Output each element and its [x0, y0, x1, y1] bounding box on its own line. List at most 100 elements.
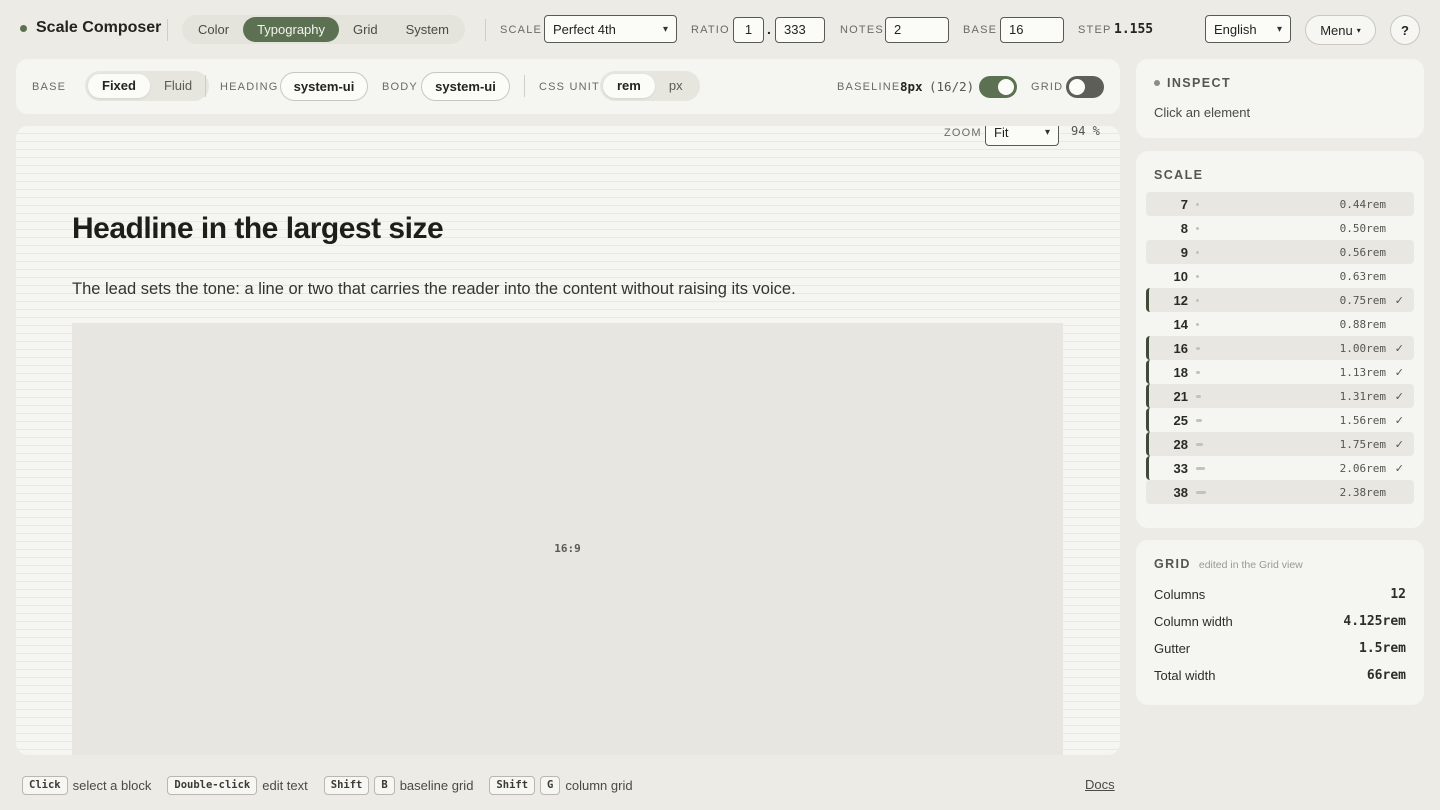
scale-size: 10 — [1173, 268, 1188, 284]
heading-font-label: HEADING — [220, 81, 279, 93]
scale-row[interactable]: 8 0.50rem — [1146, 216, 1414, 240]
inspect-hint: Click an element — [1154, 105, 1251, 120]
menu-button[interactable]: Menu ▾ — [1305, 15, 1376, 45]
grid-note: edited in the Grid view — [1198, 559, 1303, 571]
scale-rem-value: 1.56rem — [1339, 413, 1386, 427]
scale-size-bar — [1196, 202, 1199, 206]
grid-row-value: 4.125rem — [1343, 614, 1406, 629]
preview-headline[interactable]: Headline in the largest size — [72, 212, 444, 246]
scale-rem-value: 0.75rem — [1339, 293, 1386, 307]
heading-font-chip[interactable]: system-ui — [280, 72, 368, 101]
scale-size-bar — [1196, 442, 1203, 446]
grid-row-value: 66rem — [1366, 668, 1406, 683]
scale-row[interactable]: 9 0.56rem — [1146, 240, 1414, 264]
scale-row[interactable]: 16 1.00rem ✓ — [1146, 336, 1414, 360]
caret-down-icon: ▾ — [1356, 25, 1361, 35]
typography-toolbar: BASE Fixed Fluid HEADING system-ui BODY … — [16, 59, 1120, 114]
inspect-header: INSPECT — [1154, 76, 1231, 90]
scale-rem-value: 0.44rem — [1339, 197, 1386, 211]
inspect-title: INSPECT — [1167, 76, 1231, 90]
step-value: 1.155 — [1114, 22, 1154, 37]
inspect-panel: INSPECT Click an element — [1136, 59, 1424, 138]
ratio-int-input[interactable]: 1 — [733, 17, 764, 43]
scale-size: 8 — [1180, 220, 1188, 236]
media-placeholder[interactable]: 16:9 — [72, 323, 1063, 755]
toolbar-base-label: BASE — [32, 81, 67, 93]
grid-toggle[interactable] — [1066, 76, 1104, 98]
language-select[interactable]: English ▾ — [1205, 15, 1291, 43]
scale-select[interactable]: Perfect 4th ▾ — [544, 15, 677, 43]
scale-row[interactable]: 28 1.75rem ✓ — [1146, 432, 1414, 456]
scale-size: 21 — [1173, 388, 1188, 404]
brand: Scale Composer — [20, 19, 161, 37]
check-icon: ✓ — [1394, 414, 1404, 427]
shortcut-hint: Shift Gcolumn grid — [489, 775, 633, 795]
shortcut-description: select a block — [72, 777, 152, 793]
scale-row[interactable]: 18 1.13rem ✓ — [1146, 360, 1414, 384]
body-font-chip[interactable]: system-ui — [421, 72, 510, 101]
divider — [167, 19, 168, 41]
notes-input[interactable]: 2 — [885, 17, 949, 43]
tab-color[interactable]: Color — [184, 17, 243, 42]
base-mode-fixed[interactable]: Fixed — [88, 74, 150, 98]
app-title: Scale Composer — [36, 19, 162, 36]
toggle-knob — [998, 79, 1014, 95]
scale-size-bar — [1196, 250, 1199, 254]
shortcut-description: column grid — [565, 777, 633, 793]
preview-canvas[interactable]: ZOOM Fit ▾ 94 % Headline in the largest … — [16, 126, 1120, 755]
scale-size: 25 — [1173, 412, 1188, 428]
scale-size: 7 — [1180, 196, 1188, 212]
tab-system[interactable]: System — [392, 17, 463, 42]
baseline-toggle[interactable] — [979, 76, 1017, 98]
scale-row[interactable]: 7 0.44rem — [1146, 192, 1414, 216]
brand-dot-icon — [20, 24, 27, 32]
scale-row[interactable]: 12 0.75rem ✓ — [1146, 288, 1414, 312]
base-mode-fluid[interactable]: Fluid — [150, 74, 206, 98]
css-unit-label: CSS UNIT — [539, 81, 600, 93]
scale-size-bar — [1196, 298, 1199, 302]
scale-row[interactable]: 10 0.63rem — [1146, 264, 1414, 288]
help-button[interactable]: ? — [1390, 15, 1420, 45]
scale-size-bar — [1196, 322, 1199, 326]
scale-list[interactable]: 7 0.44rem 8 0.50rem 9 0.56rem 10 0.63rem 12 0.75r… — [1146, 192, 1414, 512]
scale-size-bar — [1196, 490, 1206, 494]
tab-grid[interactable]: Grid — [339, 17, 392, 42]
grid-panel: GRID edited in the Grid view Columns 12 … — [1136, 540, 1424, 705]
baseline-detail: (16/2) — [929, 79, 975, 94]
shortcut-hints: Click select a block Double-click edit text… — [22, 774, 649, 796]
scale-rem-value: 1.31rem — [1339, 389, 1386, 403]
scale-size-bar — [1196, 394, 1201, 398]
check-icon: ✓ — [1394, 390, 1404, 403]
unit-px[interactable]: px — [655, 74, 697, 98]
body-font-label: BODY — [382, 81, 418, 93]
scale-size-bar — [1196, 466, 1205, 470]
inspect-dot-icon — [1154, 80, 1160, 86]
preview-lead[interactable]: The lead sets the tone: a line or two th… — [72, 280, 796, 299]
base-label: BASE — [963, 24, 998, 36]
scale-size: 16 — [1173, 340, 1188, 356]
grid-toggle-label: GRID — [1031, 81, 1064, 93]
ratio-frac-input[interactable]: 333 — [775, 17, 825, 43]
base-input[interactable]: 16 — [1000, 17, 1064, 43]
docs-link[interactable]: Docs — [1085, 777, 1115, 792]
chevron-down-icon: ▾ — [1044, 126, 1050, 138]
scale-row[interactable]: 21 1.31rem ✓ — [1146, 384, 1414, 408]
scale-row[interactable]: 14 0.88rem — [1146, 312, 1414, 336]
scale-size-bar — [1196, 346, 1200, 350]
shortcut-key: Shift — [323, 775, 370, 795]
zoom-select[interactable]: Fit ▾ — [985, 126, 1059, 146]
unit-rem[interactable]: rem — [603, 74, 655, 98]
tab-typography[interactable]: Typography — [243, 17, 340, 42]
scale-row[interactable]: 33 2.06rem ✓ — [1146, 456, 1414, 480]
scale-select-value: Perfect 4th — [553, 21, 616, 37]
divider — [524, 75, 525, 97]
view-tabs: Color Typography Grid System — [182, 15, 465, 44]
scale-rem-value: 1.00rem — [1339, 341, 1386, 355]
chevron-down-icon: ▾ — [662, 23, 668, 35]
check-icon: ✓ — [1394, 438, 1404, 451]
grid-row-gutter: Gutter 1.5rem — [1154, 641, 1406, 656]
scale-row[interactable]: 38 2.38rem — [1146, 480, 1414, 504]
scale-title: SCALE — [1154, 168, 1204, 182]
zoom-label: ZOOM — [944, 126, 982, 139]
scale-row[interactable]: 25 1.56rem ✓ — [1146, 408, 1414, 432]
